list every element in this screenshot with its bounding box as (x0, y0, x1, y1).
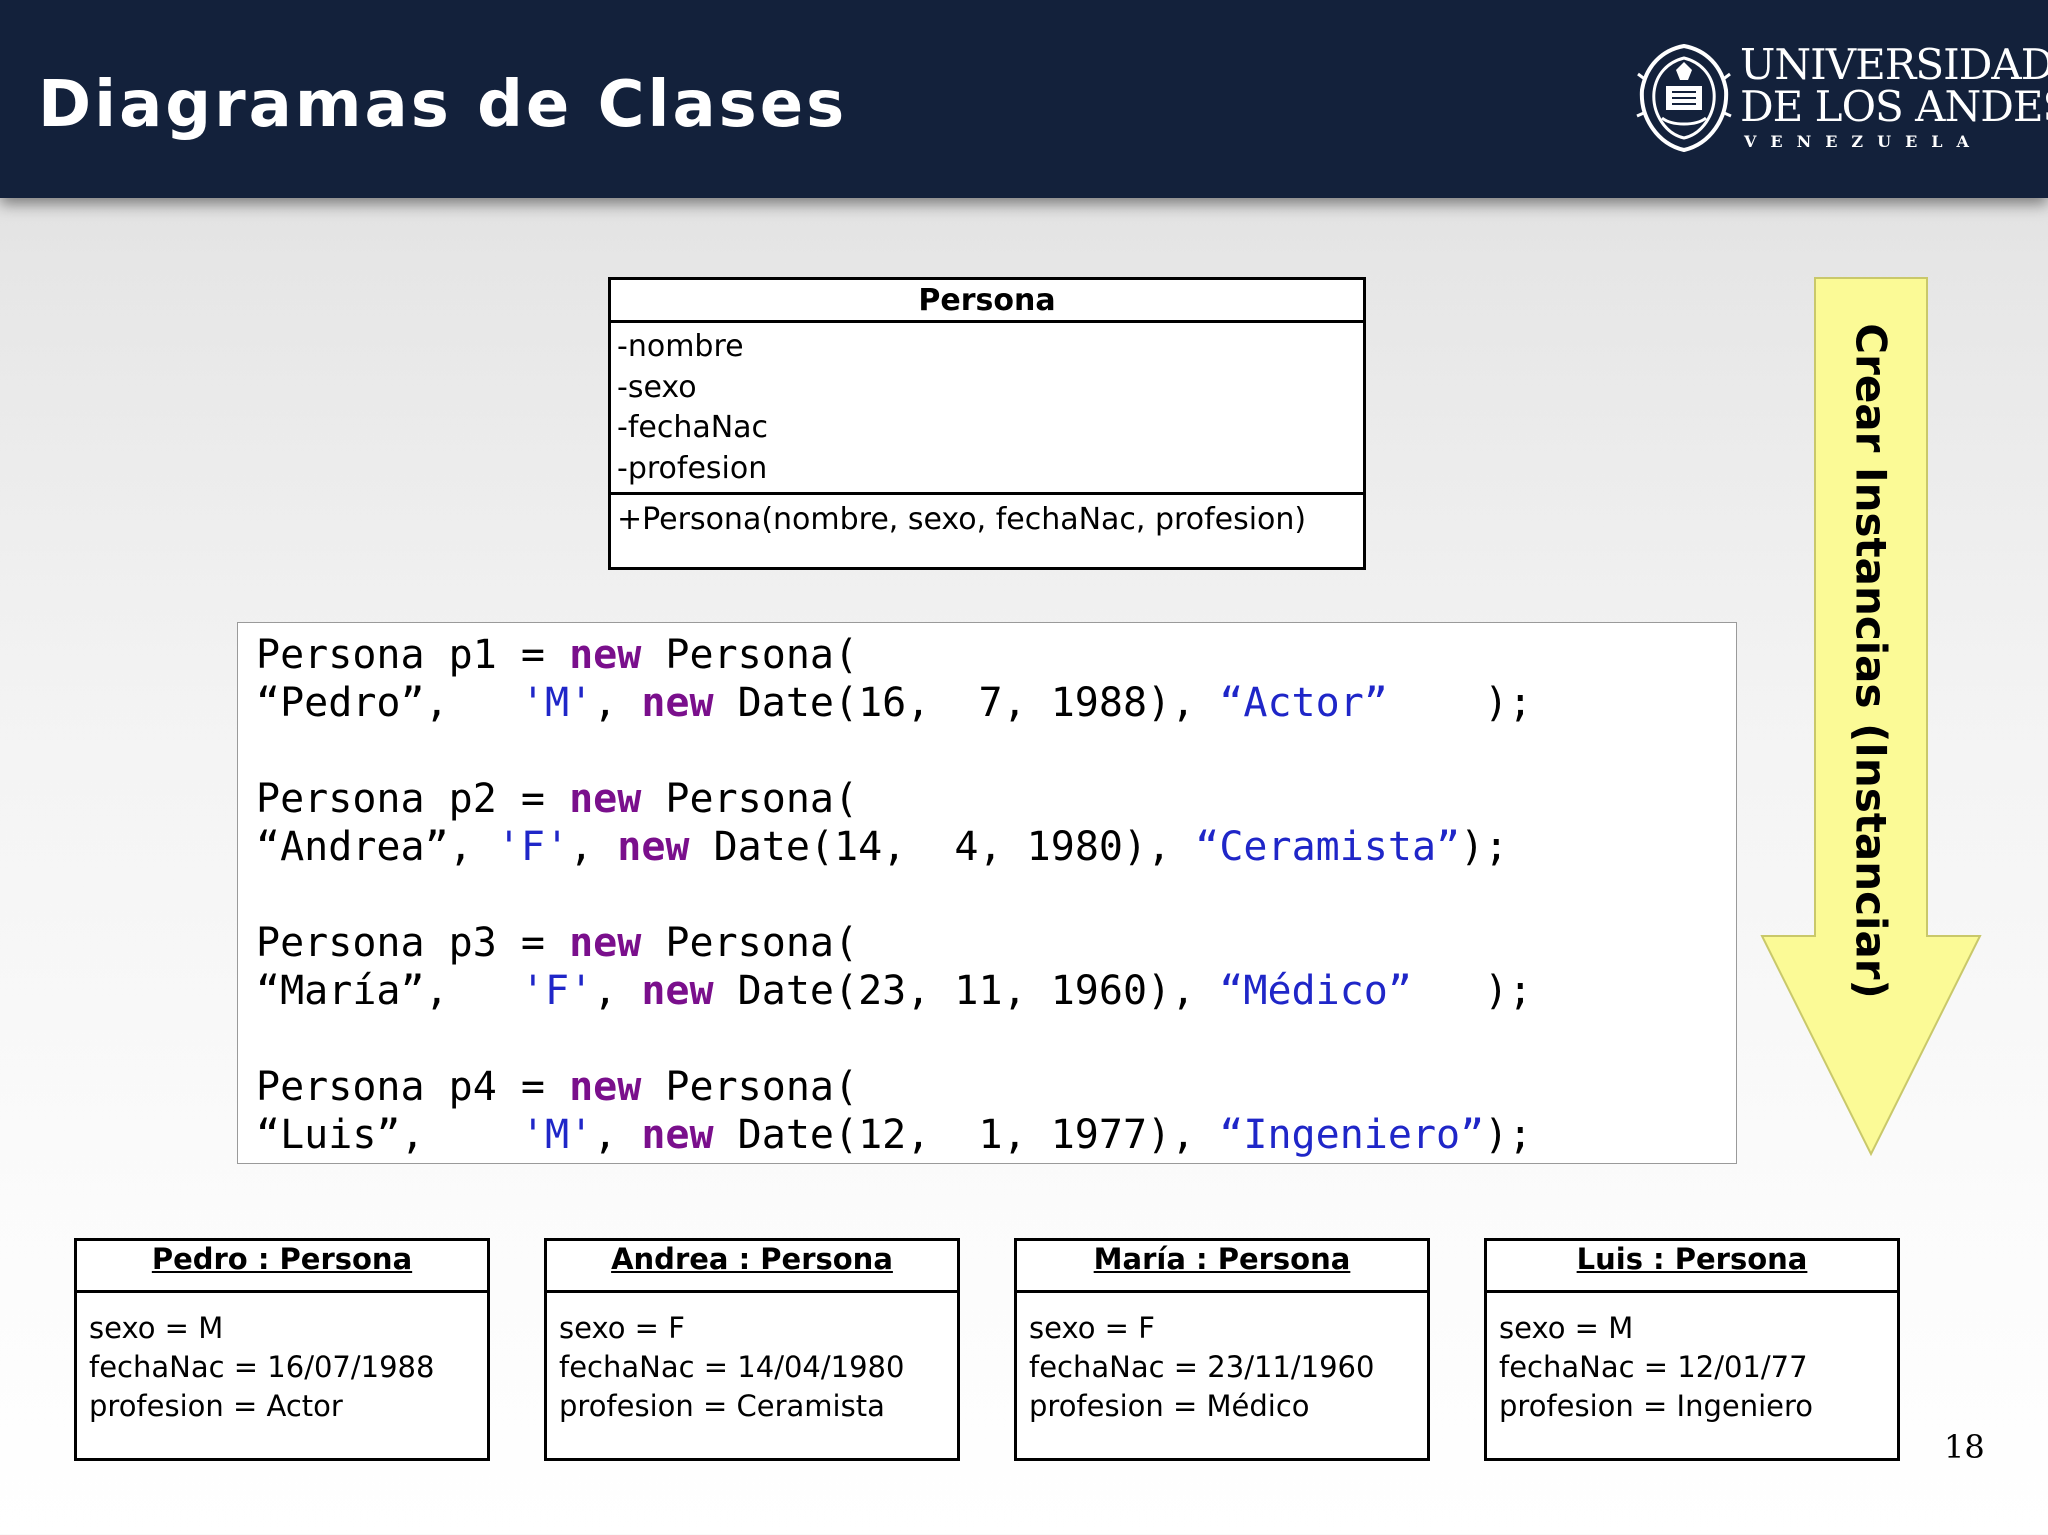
code-string: 'M' (520, 680, 594, 726)
object-instance-andrea: Andrea : Persona sexo = F fechaNac = 14/… (544, 1238, 960, 1461)
arrow-label: Crear Instancias (Instanciar) (1846, 323, 1896, 999)
object-instance-pedro: Pedro : Persona sexo = M fechaNac = 16/0… (74, 1238, 490, 1461)
object-field: sexo = M (1499, 1311, 1634, 1345)
code-text: ); (1460, 824, 1509, 870)
logo-line-3: VENEZUELA (1744, 132, 1983, 151)
code-keyword: new (641, 680, 714, 726)
object-field: fechaNac = 23/11/1960 (1029, 1350, 1375, 1384)
object-instance-luis: Luis : Persona sexo = M fechaNac = 12/01… (1484, 1238, 1900, 1461)
code-line: “María”, 'F', new Date(23, 11, 1960), “M… (256, 967, 1532, 1015)
uml-class-persona: Persona -nombre -sexo -fechaNac -profesi… (608, 277, 1366, 570)
code-string: 'F' (520, 968, 594, 1014)
code-text: , (569, 824, 618, 870)
code-text: , (593, 1112, 642, 1158)
uml-attribute: -sexo (617, 369, 697, 405)
object-field: profesion = Médico (1029, 1389, 1310, 1423)
code-text: , (593, 968, 642, 1014)
object-field: profesion = Ceramista (559, 1389, 885, 1423)
code-line: “Luis”, 'M', new Date(12, 1, 1977), “Ing… (256, 1111, 1532, 1159)
uml-attribute: -nombre (617, 329, 744, 364)
object-instance-title: Pedro : Persona (77, 1241, 487, 1293)
code-text: Persona( (641, 776, 859, 822)
code-text: ); (1484, 1112, 1533, 1158)
code-text: “Luis”, (256, 1112, 521, 1158)
code-keyword: new (617, 824, 690, 870)
code-text: Persona( (641, 632, 859, 678)
code-line: Persona p4 = new Persona( (256, 1063, 858, 1111)
object-field: profesion = Ingeniero (1499, 1389, 1814, 1423)
logo-line-2: DE LOS ANDES (1740, 82, 2048, 131)
code-string: “Actor” (1219, 680, 1388, 726)
code-keyword: new (569, 920, 642, 966)
university-seal-icon (1636, 43, 1732, 153)
code-keyword: new (569, 632, 642, 678)
code-line: Persona p3 = new Persona( (256, 919, 858, 967)
code-text: Persona( (641, 1064, 859, 1110)
code-text: Date(12, 1, 1977), (713, 1112, 1220, 1158)
university-logo: UNIVERSIDAD DE LOS ANDES VENEZUELA (1632, 40, 2048, 160)
code-text: Persona p1 = (256, 632, 570, 678)
uml-class-name: Persona (611, 280, 1363, 323)
object-field: profesion = Actor (89, 1389, 343, 1423)
object-field: fechaNac = 16/07/1988 (89, 1350, 435, 1384)
code-text: “Andrea”, (256, 824, 497, 870)
page-number: 18 (1944, 1428, 1985, 1466)
uml-class-operations: +Persona(nombre, sexo, fechaNac, profesi… (611, 495, 1363, 541)
code-text: Persona p3 = (256, 920, 570, 966)
uml-class-attributes: -nombre -sexo -fechaNac -profesion (611, 323, 1363, 495)
object-field: fechaNac = 14/04/1980 (559, 1350, 905, 1384)
code-text: Persona p2 = (256, 776, 570, 822)
code-string: “Ingeniero” (1219, 1112, 1485, 1158)
code-keyword: new (569, 1064, 642, 1110)
code-text: ); (1387, 680, 1533, 726)
code-string: 'F' (496, 824, 570, 870)
code-keyword: new (641, 968, 714, 1014)
object-instance-title: María : Persona (1017, 1241, 1427, 1293)
code-text: Persona( (641, 920, 859, 966)
object-field: fechaNac = 12/01/77 (1499, 1350, 1808, 1384)
code-text: Persona p4 = (256, 1064, 570, 1110)
code-string: “Ceramista” (1195, 824, 1461, 870)
uml-attribute: -profesion (617, 450, 768, 486)
object-instance-maria: María : Persona sexo = F fechaNac = 23/1… (1014, 1238, 1430, 1461)
code-text: “Pedro”, (256, 680, 521, 726)
object-field: sexo = F (559, 1311, 685, 1345)
code-text: Date(14, 4, 1980), (689, 824, 1196, 870)
code-text: Date(23, 11, 1960), (713, 968, 1220, 1014)
code-line: Persona p2 = new Persona( (256, 775, 858, 823)
code-keyword: new (569, 776, 642, 822)
object-field: sexo = M (89, 1311, 224, 1345)
slide-title: Diagramas de Clases (38, 68, 848, 142)
object-instance-title: Andrea : Persona (547, 1241, 957, 1293)
code-line: “Andrea”, 'F', new Date(14, 4, 1980), “C… (256, 823, 1508, 871)
object-field: sexo = F (1029, 1311, 1155, 1345)
code-text: , (593, 680, 642, 726)
object-instance-title: Luis : Persona (1487, 1241, 1897, 1293)
slide-header: Diagramas de Clases UNIVERSIDAD DE LOS A… (0, 0, 2048, 198)
code-text: Date(16, 7, 1988), (713, 680, 1220, 726)
code-line: “Pedro”, 'M', new Date(16, 7, 1988), “Ac… (256, 679, 1532, 727)
code-line: Persona p1 = new Persona( (256, 631, 858, 679)
code-string: “Médico” (1219, 968, 1412, 1014)
code-text: “María”, (256, 968, 521, 1014)
uml-operation: +Persona(nombre, sexo, fechaNac, profesi… (617, 502, 1307, 537)
code-text: ); (1411, 968, 1533, 1014)
code-string: 'M' (520, 1112, 594, 1158)
code-keyword: new (641, 1112, 714, 1158)
code-block: Persona p1 = new Persona(“Pedro”, 'M', n… (237, 622, 1737, 1164)
uml-attribute: -fechaNac (617, 410, 769, 445)
